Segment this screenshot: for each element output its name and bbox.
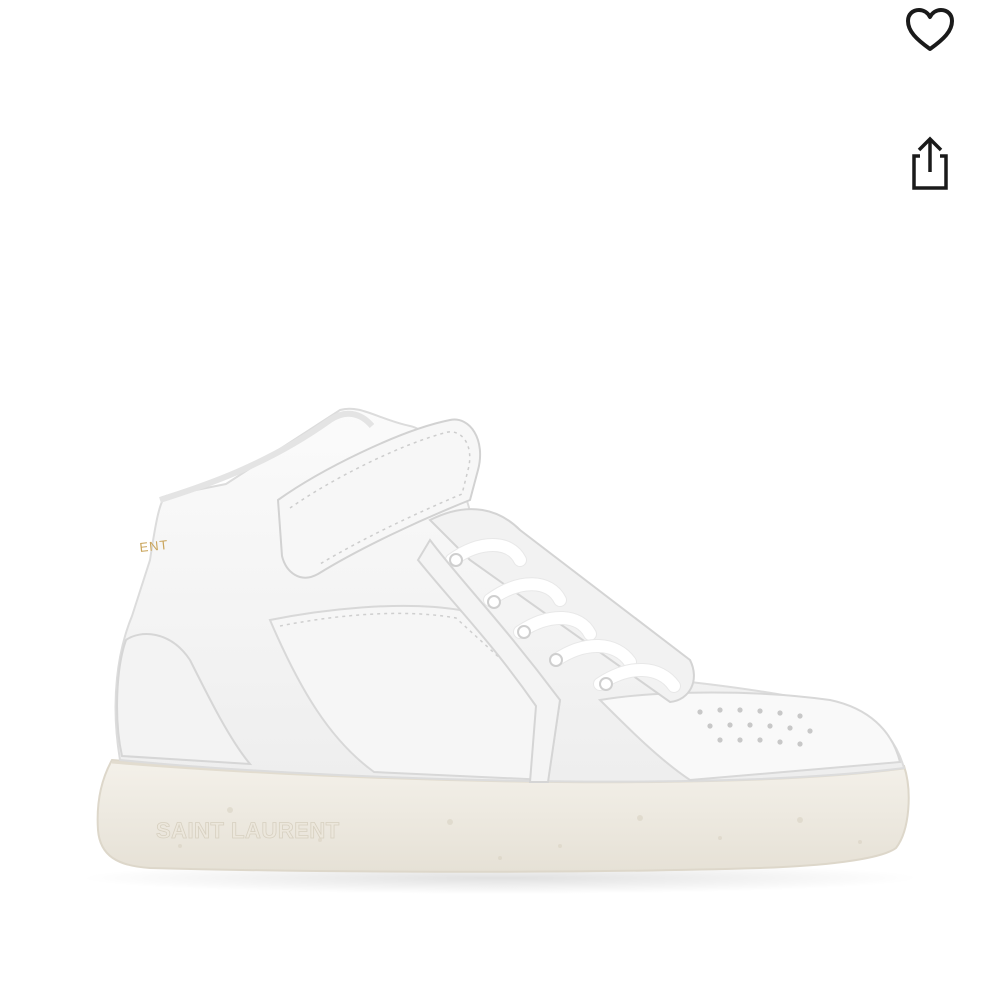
share-icon <box>912 136 948 190</box>
heart-icon <box>906 8 954 51</box>
share-button[interactable] <box>900 134 960 194</box>
wishlist-button[interactable] <box>900 0 960 60</box>
product-image-viewer: ENT SAINT LAURENT <box>0 0 1000 1000</box>
collar-brand-text: ENT <box>139 537 169 555</box>
sole-brand-text: SAINT LAURENT <box>156 818 340 843</box>
sneaker-product-image: ENT SAINT LAURENT <box>80 407 920 894</box>
